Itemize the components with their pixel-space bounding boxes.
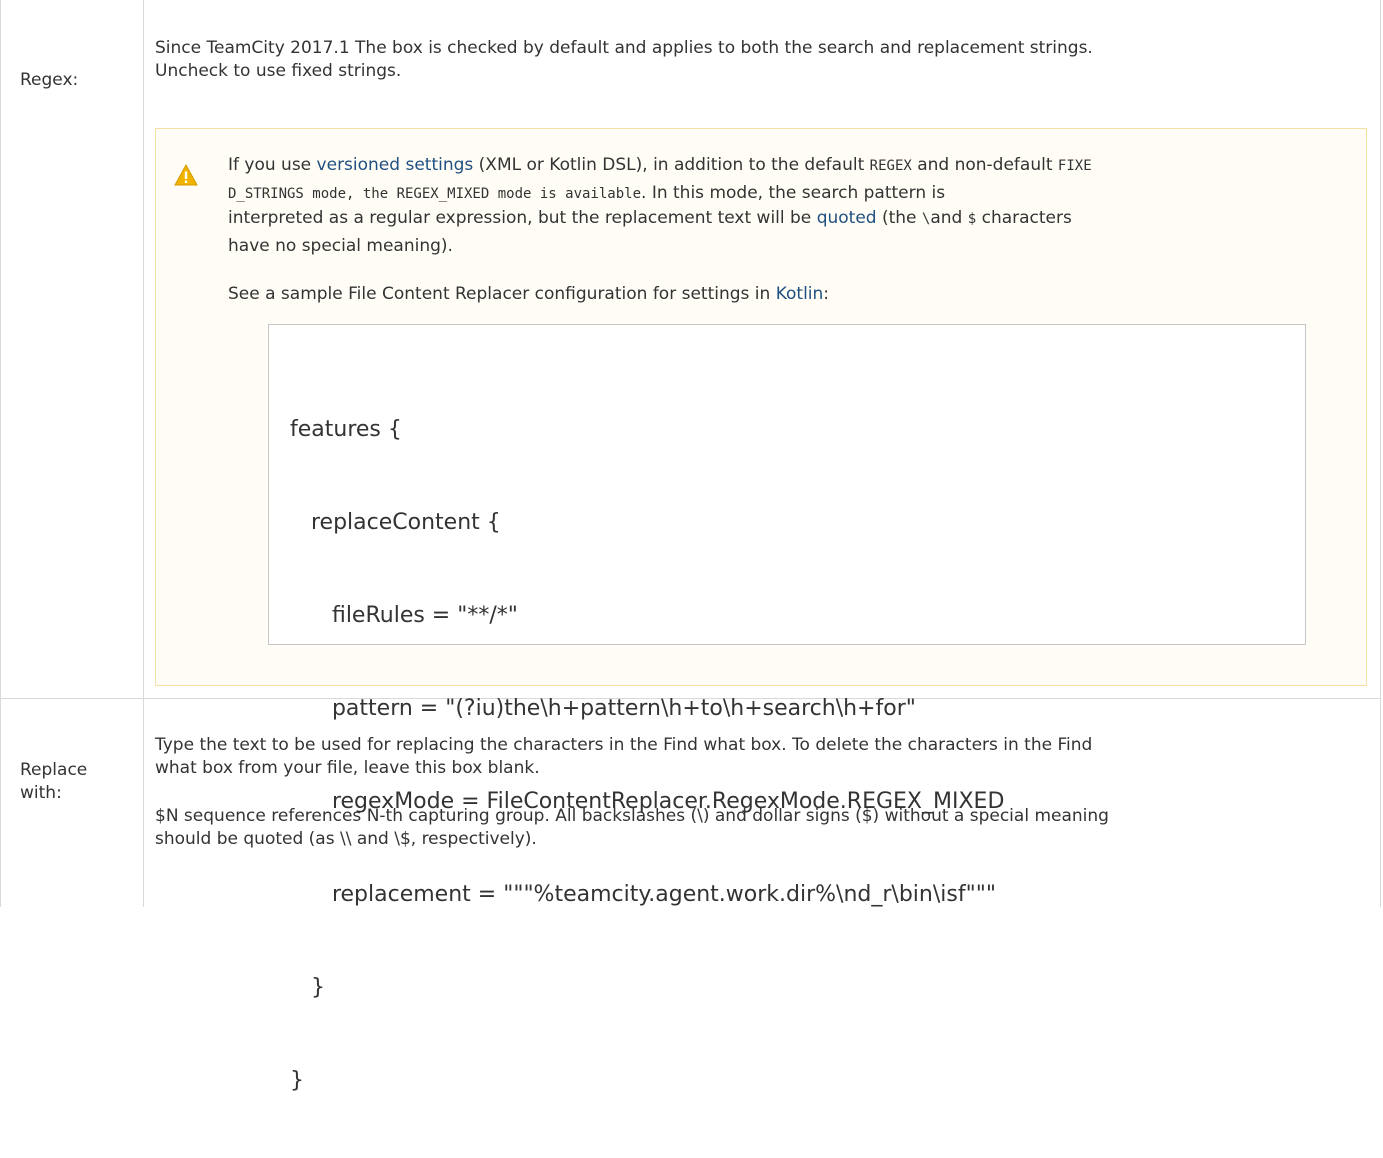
note-text: (XML or Kotlin DSL), in addition to the … — [473, 155, 870, 175]
code-line: replacement = """%teamcity.agent.work.di… — [290, 882, 996, 907]
label-line: Replace — [20, 760, 88, 780]
note-text: If you use — [228, 155, 317, 175]
inline-code-fixed-strings: FIXE — [1057, 158, 1092, 174]
kotlin-link[interactable]: Kotlin — [776, 284, 824, 304]
code-line: fileRules = "**/*" — [290, 603, 518, 628]
code-line: } — [290, 975, 325, 1000]
note-line1: If you use versioned settings (XML or Ko… — [228, 154, 1092, 178]
note-text: . In this mode, the search pattern is — [641, 183, 946, 203]
note-line4: have no special meaning). — [228, 236, 453, 256]
code-line: features { — [290, 417, 402, 442]
note-text: characters — [976, 208, 1072, 228]
note-text: (the — [876, 208, 922, 228]
note-line3: interpreted as a regular expression, but… — [228, 207, 1072, 231]
note-text: and — [930, 208, 968, 228]
inline-code-dollar: $ — [967, 211, 977, 227]
regex-description-line2: Uncheck to use fixed strings. — [155, 61, 402, 81]
code-line: pattern = "(?iu)the\h+pattern\h+to\h+sea… — [290, 696, 916, 721]
versioned-settings-link[interactable]: versioned settings — [317, 155, 474, 175]
parameters-table: Regex: Since TeamCity 2017.1 The box is … — [0, 0, 1383, 1093]
replace-para2-line2: should be quoted (as \\ and \$, respecti… — [155, 829, 537, 849]
note-text: : — [823, 284, 830, 304]
code-line: } — [290, 1068, 304, 1093]
row-label-replace-with: Replace with: — [20, 759, 87, 805]
inline-code-mode-text: D_STRINGS mode, the REGEX_MIXED mode is … — [228, 186, 642, 202]
note-text: See a sample File Content Replacer confi… — [228, 284, 776, 304]
sample-intro: See a sample File Content Replacer confi… — [228, 283, 829, 306]
replace-para1-line2: what box from your file, leave this box … — [155, 758, 540, 778]
inline-code-regex: REGEX — [869, 158, 912, 174]
regex-description-line1: Since TeamCity 2017.1 The box is checked… — [155, 38, 1093, 58]
note-line2: D_STRINGS mode, the REGEX_MIXED mode is … — [228, 182, 945, 206]
note-text: and non-default — [911, 155, 1058, 175]
replace-para1-line1: Type the text to be used for replacing t… — [155, 735, 1093, 755]
code-line: replaceContent { — [290, 510, 501, 535]
label-line: with: — [20, 783, 62, 803]
replace-para2-line1: $N sequence references N-th capturing gr… — [155, 806, 1109, 826]
table-left-border — [0, 0, 1, 907]
table-column-divider — [143, 0, 144, 907]
table-right-border — [1380, 0, 1381, 907]
warning-icon — [174, 163, 198, 186]
note-text: interpreted as a regular expression, but… — [228, 208, 817, 228]
quoted-link[interactable]: quoted — [817, 208, 877, 228]
row-label-regex: Regex: — [20, 70, 79, 90]
